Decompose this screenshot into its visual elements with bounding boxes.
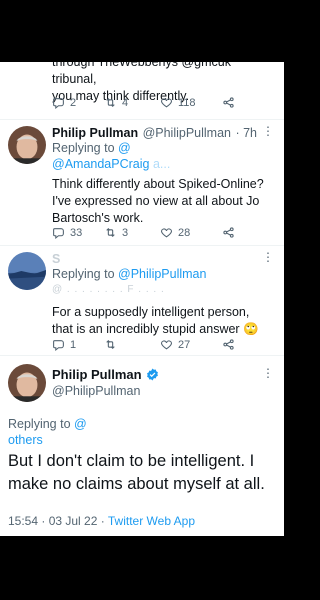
display-name[interactable]: Philip Pullman [52, 367, 142, 382]
tweet-text: For a supposedly intelligent person, tha… [52, 304, 272, 338]
reply-prefix: Replying to [52, 267, 115, 281]
reply-context: Replying to @PhilipPullman @ . . . . . .… [52, 266, 278, 298]
avatar-photo-icon [8, 126, 46, 164]
like-button[interactable]: 118 [160, 96, 222, 109]
share-icon [223, 227, 234, 238]
obscured-text: @ . . . . . . . . F . . . . [52, 284, 165, 295]
reply-others-link[interactable]: others [8, 433, 43, 447]
share-button[interactable] [222, 226, 235, 239]
retweet-icon [106, 227, 115, 238]
reply-handle[interactable]: @PhilipPullman [118, 267, 206, 281]
share-button[interactable] [222, 338, 235, 351]
reply-button[interactable]: 2 [52, 96, 104, 109]
reply-context: Replying to @ others [8, 416, 278, 448]
reply-icon [53, 98, 64, 109]
retweet-button[interactable]: 4 [104, 96, 160, 109]
retweet-count: 4 [122, 96, 129, 109]
reply-handle-2-tail[interactable]: a... [153, 157, 170, 171]
reply-prefix: Replying to [52, 141, 115, 155]
retweet-button[interactable]: 3 [104, 226, 160, 239]
tweet-time[interactable]: · 7h [235, 126, 257, 140]
reply-handle-2[interactable]: @AmandaPCraig [52, 157, 149, 171]
tweet-text-content: For a supposedly intelligent person, tha… [52, 305, 250, 336]
avatar[interactable] [8, 364, 46, 402]
share-icon [223, 339, 234, 350]
reply-count: 33 [70, 226, 83, 239]
reply-prefix: Replying to [8, 417, 71, 431]
tweet-actions: 1 27 [52, 338, 242, 351]
retweet-icon [106, 339, 115, 350]
like-button[interactable]: 28 [160, 226, 222, 239]
display-name[interactable]: Philip Pullman [52, 126, 138, 140]
avatar[interactable] [8, 252, 46, 290]
reply-button[interactable]: 33 [52, 226, 104, 239]
tweet-text: But I don't claim to be intelligent. I m… [8, 452, 265, 493]
like-count: 27 [178, 338, 191, 351]
more-icon[interactable]: ⋮ [262, 124, 274, 138]
avatar-landscape-icon [8, 252, 46, 290]
tweet-philip-pullman-reply[interactable]: Philip Pullman @PhilipPullman · 7h Reply… [0, 120, 284, 246]
tweet-source-link[interactable]: Twitter Web App [108, 514, 195, 528]
reply-button[interactable]: 1 [52, 338, 104, 351]
like-count: 118 [178, 96, 196, 109]
share-icon [223, 97, 234, 108]
like-count: 28 [178, 226, 191, 239]
more-icon[interactable]: ⋮ [262, 366, 274, 380]
tweet-other-user-reply[interactable]: S Replying to @PhilipPullman @ . . . . .… [0, 246, 284, 356]
avatar-photo-icon [8, 364, 46, 402]
user-handle[interactable]: @PhilipPullman [143, 126, 231, 140]
tweet-text-partial: through TheWebbenys @gmcuk tribunal, [52, 62, 231, 86]
verified-badge-icon [147, 368, 158, 381]
tweet-timestamp-row: 15:54 · 03 Jul 22 · Twitter Web App [8, 514, 195, 528]
retweet-button[interactable] [104, 338, 160, 351]
tweet-timestamp[interactable]: 15:54 · 03 Jul 22 · [8, 514, 105, 528]
reply-icon [53, 228, 64, 239]
retweet-icon [106, 97, 115, 108]
tweet-actions: 33 3 28 [52, 226, 242, 239]
display-name[interactable]: S [52, 252, 60, 266]
reply-icon [53, 340, 64, 351]
reply-count: 1 [70, 338, 77, 351]
like-icon [161, 228, 172, 238]
more-icon[interactable]: ⋮ [262, 250, 274, 264]
like-icon [161, 98, 172, 108]
reply-handle[interactable]: @ [74, 417, 87, 431]
retweet-count: 3 [122, 226, 129, 239]
avatar[interactable] [8, 126, 46, 164]
like-button[interactable]: 27 [160, 338, 222, 351]
tweet-actions: 2 4 118 [52, 96, 242, 109]
tweet-text: Think differently about Spiked-Online? I… [52, 177, 264, 225]
user-handle[interactable]: @PhilipPullman [52, 384, 140, 398]
tweet-main[interactable]: Philip Pullman @PhilipPullman ⋮ Replying… [0, 356, 284, 536]
like-icon [161, 340, 172, 350]
twitter-thread-screen: through TheWebbenys @gmcuk tribunal, you… [0, 62, 284, 536]
reply-handle-1[interactable]: @ [118, 141, 131, 155]
reply-count: 2 [70, 96, 77, 109]
eye-roll-emoji-icon: 🙄 [243, 322, 259, 336]
tweet-header: Philip Pullman [52, 366, 159, 384]
tweet-previous[interactable]: through TheWebbenys @gmcuk tribunal, you… [0, 62, 284, 120]
reply-context: Replying to @ @AmandaPCraig a... [52, 140, 278, 172]
share-button[interactable] [222, 96, 235, 109]
